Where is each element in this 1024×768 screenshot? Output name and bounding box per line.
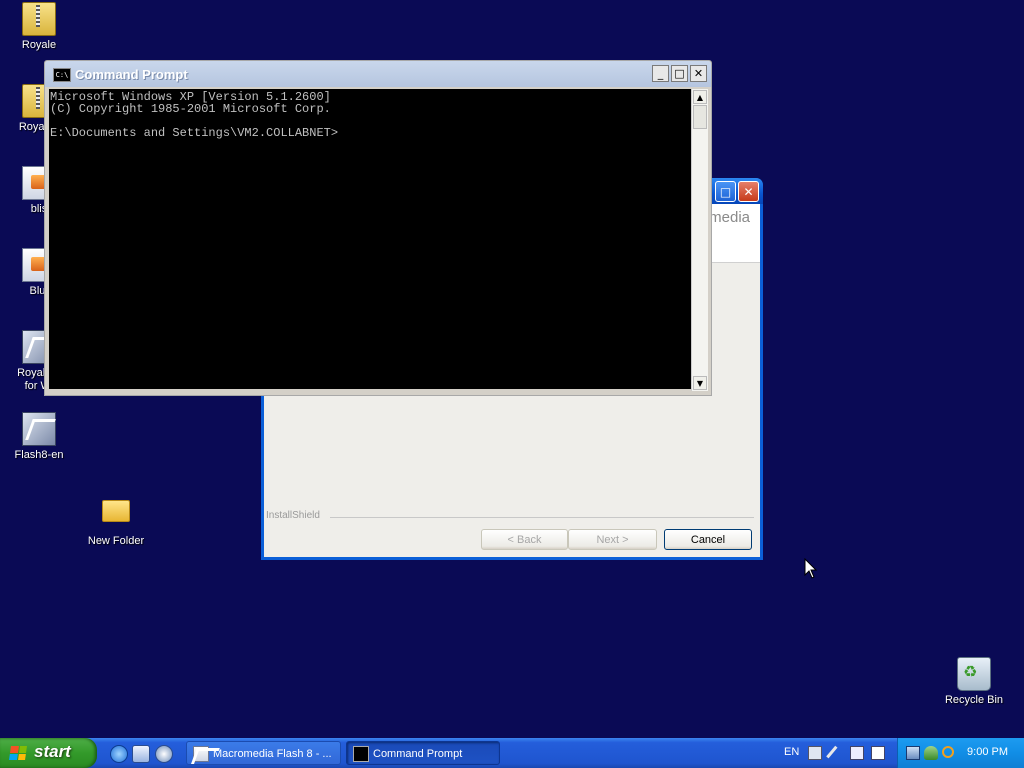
zip-folder-icon	[22, 2, 56, 36]
command-prompt-window[interactable]: C:\ Command Prompt _ □ ✕ Microsoft Windo…	[44, 60, 712, 396]
desktop-icon-royale[interactable]: Royale	[1, 2, 77, 52]
recycle-bin-icon	[957, 657, 991, 691]
language-indicator[interactable]: EN	[784, 746, 799, 758]
maximize-icon[interactable]: □	[671, 65, 688, 82]
scroll-up-icon[interactable]: ▲	[693, 90, 707, 104]
system-tray: 9:00 PM	[897, 738, 1024, 768]
next-button[interactable]: Next >	[568, 529, 657, 550]
show-desktop-icon[interactable]	[132, 745, 150, 763]
taskbar-item-macromedia-flash[interactable]: Macromedia Flash 8 - ...	[186, 741, 341, 765]
start-label: start	[34, 742, 71, 761]
windows-logo-icon	[9, 746, 27, 760]
mouse-pointer-icon	[804, 558, 818, 579]
close-icon[interactable]: ✕	[738, 181, 759, 202]
cmd-icon: C:\	[53, 68, 71, 82]
desktop-icon-new-folder[interactable]: New Folder	[78, 494, 154, 548]
minimize-icon[interactable]: _	[652, 65, 669, 82]
desktop-icon-label: Royale	[21, 39, 57, 51]
installer-icon	[193, 746, 209, 762]
cancel-button[interactable]: Cancel	[664, 529, 752, 550]
desktop-icon-label: New Folder	[87, 535, 145, 547]
search-icon[interactable]	[942, 746, 954, 758]
console-line: (C) Copyright 1985-2001 Microsoft Corp.	[50, 102, 331, 116]
console-output[interactable]: Microsoft Windows XP [Version 5.1.2600](…	[49, 89, 691, 389]
scroll-thumb[interactable]	[693, 105, 707, 129]
close-icon[interactable]: ✕	[690, 65, 707, 82]
handwriting-icon[interactable]	[850, 746, 864, 760]
clock[interactable]: 9:00 PM	[967, 746, 1008, 758]
keyboard-icon[interactable]	[808, 746, 822, 760]
cmd-title-bar[interactable]: C:\ Command Prompt _ □ ✕	[45, 61, 711, 87]
brand-text: media	[709, 209, 750, 226]
task-label: Command Prompt	[373, 748, 463, 760]
start-button[interactable]: start	[0, 738, 97, 768]
divider	[330, 517, 754, 518]
pen-icon[interactable]	[826, 745, 840, 761]
desktop-icon-label: Recycle Bin	[944, 694, 1004, 706]
desktop-icon-recycle-bin[interactable]: Recycle Bin	[936, 657, 1012, 707]
help-icon[interactable]	[871, 746, 885, 760]
flash-installer-icon	[22, 412, 56, 446]
network-icon[interactable]	[906, 746, 920, 760]
media-player-icon[interactable]	[155, 745, 173, 763]
window-title: Command Prompt	[75, 67, 188, 82]
task-label: Macromedia Flash 8 - ...	[213, 748, 332, 760]
cmd-icon	[353, 746, 369, 762]
console-prompt: E:\Documents and Settings\VM2.COLLABNET>	[50, 126, 339, 140]
taskbar: start Macromedia Flash 8 - ... Command P…	[0, 738, 1024, 768]
vertical-scrollbar[interactable]: ▲ ▼	[691, 89, 708, 391]
scroll-down-icon[interactable]: ▼	[693, 376, 707, 390]
security-icon[interactable]	[924, 746, 938, 760]
desktop-icon-label: Flash8-en	[14, 449, 64, 461]
back-button[interactable]: < Back	[481, 529, 568, 550]
taskbar-item-command-prompt[interactable]: Command Prompt	[346, 741, 500, 765]
internet-explorer-icon[interactable]	[110, 745, 128, 763]
folder-icon	[100, 500, 132, 532]
desktop-icon-flash8-en[interactable]: Flash8-en	[1, 412, 77, 462]
maximize-icon[interactable]: □	[715, 181, 736, 202]
installshield-label: InstallShield	[266, 510, 320, 521]
